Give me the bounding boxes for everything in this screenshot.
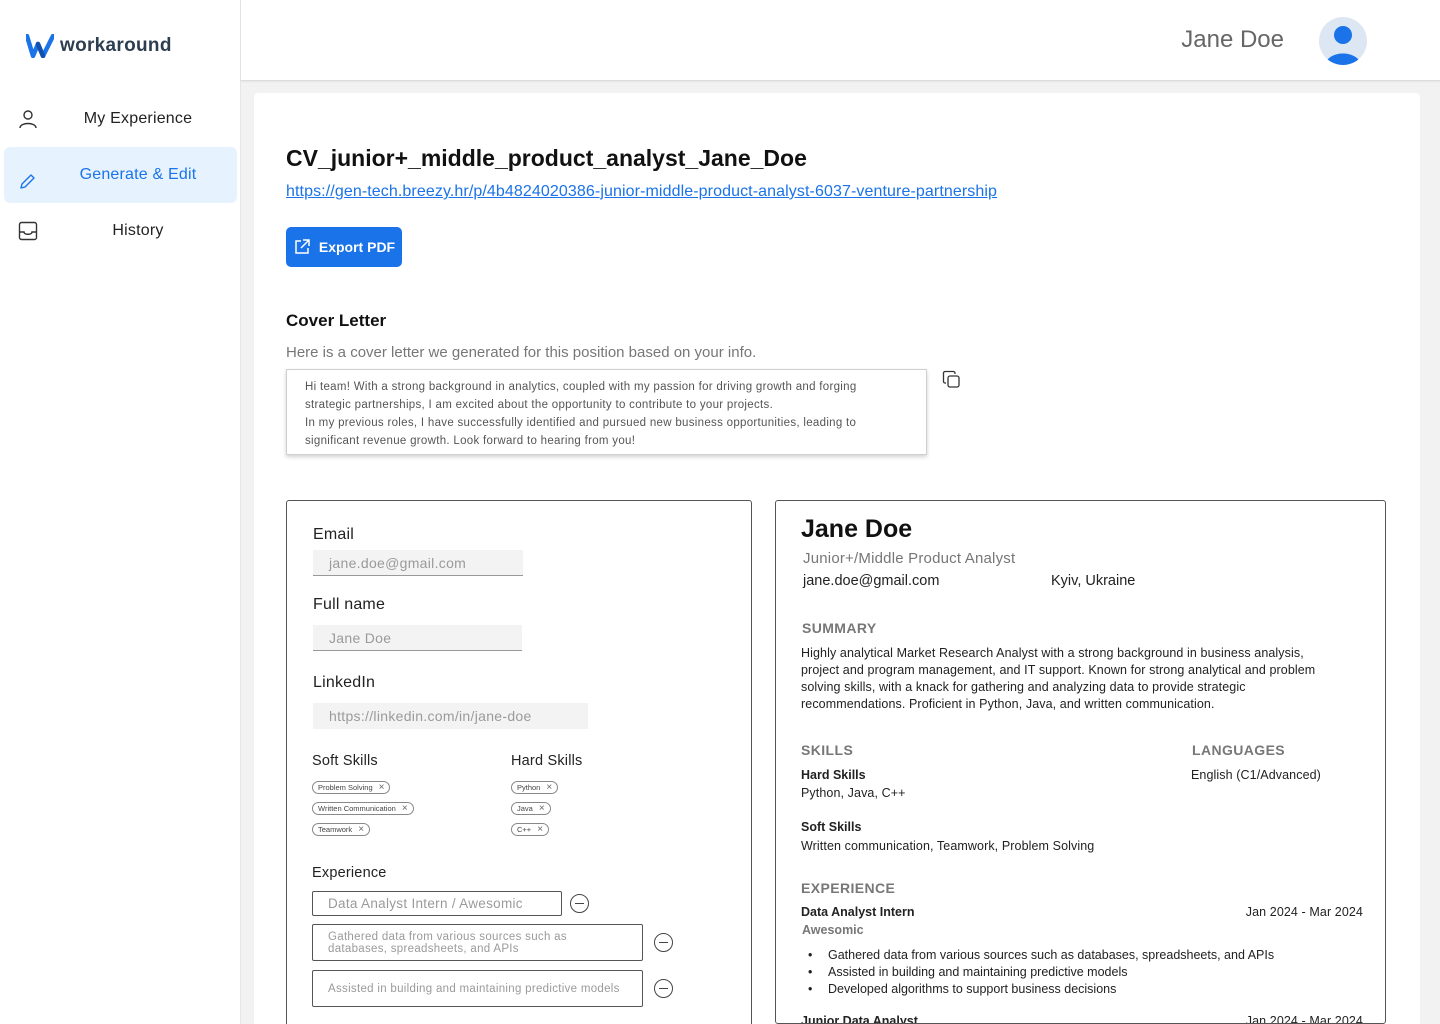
cv-hard-skills-title: Hard Skills bbox=[801, 768, 866, 782]
cover-letter-textarea[interactable]: Hi team! With a strong background in ana… bbox=[286, 369, 927, 455]
cover-letter-line: strategic partnerships, I am excited abo… bbox=[305, 399, 774, 411]
sidebar-item-label: My Experience bbox=[83, 110, 193, 127]
sidebar-item-label: Generate & Edit bbox=[79, 166, 197, 183]
cv-job-bullet: Gathered data from various sources such … bbox=[803, 947, 1274, 964]
cv-skills-heading: SKILLS bbox=[801, 742, 854, 758]
skill-chip: C++ × bbox=[511, 823, 550, 836]
skill-chip: Python × bbox=[511, 781, 559, 794]
linkedin-label: LinkedIn bbox=[313, 674, 376, 691]
cv-summary-line: recommendations. Proficient in Python, J… bbox=[801, 697, 1215, 711]
remove-chip-icon[interactable]: × bbox=[402, 803, 408, 814]
cv-experience-heading: EXPERIENCE bbox=[801, 880, 896, 896]
cv-soft-skills-value: Written communication, Teamwork, Problem… bbox=[801, 839, 1095, 853]
experience-label: Experience bbox=[312, 865, 387, 881]
hard-skills-label: Hard Skills bbox=[511, 753, 583, 769]
sidebar-item-history[interactable]: History bbox=[4, 203, 237, 259]
cover-letter-line: In my previous roles, I have successfull… bbox=[305, 417, 857, 429]
sidebar-item-generate-edit[interactable]: Generate & Edit bbox=[4, 147, 237, 203]
cv-location: Kyiv, Ukraine bbox=[1051, 573, 1136, 589]
skill-chip-label: C++ bbox=[517, 825, 532, 834]
remove-chip-icon[interactable]: × bbox=[539, 803, 545, 814]
skill-chip-label: Python bbox=[517, 783, 541, 792]
skill-chip: Java × bbox=[511, 802, 551, 815]
cv-job-title: Data Analyst Intern bbox=[801, 905, 915, 919]
cv-summary-heading: SUMMARY bbox=[802, 620, 877, 636]
sidebar: workaround My Experience Generate & Edit… bbox=[0, 0, 241, 1024]
avatar[interactable] bbox=[1319, 17, 1367, 65]
inbox-icon bbox=[18, 221, 38, 241]
skill-chip-label: Written Communication bbox=[318, 804, 396, 813]
pencil-icon bbox=[20, 174, 35, 189]
fullname-label: Full name bbox=[313, 596, 386, 613]
cv-hard-skills-value: Python, Java, C++ bbox=[801, 786, 906, 800]
experience-bullet-field[interactable]: Gathered data from various sources such … bbox=[312, 924, 643, 961]
profile-form-panel: Email jane.doe@gmail.com Full name Jane … bbox=[286, 500, 752, 1024]
cv-summary-line: project and program management, and IT s… bbox=[801, 663, 1316, 677]
cv-name: Jane Doe bbox=[801, 515, 913, 543]
cv-languages-heading: LANGUAGES bbox=[1192, 742, 1286, 758]
external-link-icon bbox=[295, 239, 310, 254]
email-field[interactable]: jane.doe@gmail.com bbox=[313, 550, 523, 576]
sidebar-item-my-experience[interactable]: My Experience bbox=[4, 91, 237, 147]
sidebar-item-label: History bbox=[112, 222, 164, 239]
cv-summary-text: Highly analytical Market Research Analys… bbox=[801, 645, 1315, 713]
cv-summary-line: solving skills, with a knack for gatheri… bbox=[801, 680, 1246, 694]
cv-job-bullet: Assisted in building and maintaining pre… bbox=[803, 964, 1274, 981]
skill-chip-label: Java bbox=[517, 804, 533, 813]
cv-preview-panel: Jane Doe Junior+/Middle Product Analyst … bbox=[775, 500, 1386, 1024]
remove-bullet-button[interactable] bbox=[654, 979, 673, 998]
cv-languages-value: English (C1/Advanced) bbox=[1191, 768, 1321, 782]
cv-job-title: Junior Data Analyst bbox=[801, 1014, 918, 1024]
main-content: CV_junior+_middle_product_analyst_Jane_D… bbox=[254, 93, 1420, 1024]
skill-chip-label: Teamwork bbox=[318, 825, 353, 834]
remove-bullet-button[interactable] bbox=[654, 933, 673, 952]
cover-letter-heading: Cover Letter bbox=[286, 311, 387, 330]
cover-letter-line: significant revenue growth. Look forward… bbox=[305, 435, 636, 447]
cover-letter-subtitle: Here is a cover letter we generated for … bbox=[286, 344, 757, 361]
remove-chip-icon[interactable]: × bbox=[546, 782, 552, 793]
linkedin-field[interactable]: https://linkedin.com/in/jane-doe bbox=[313, 703, 588, 729]
skill-chip: Problem Solving × bbox=[312, 781, 391, 794]
page-title: CV_junior+_middle_product_analyst_Jane_D… bbox=[286, 145, 807, 171]
fullname-field[interactable]: Jane Doe bbox=[313, 625, 522, 651]
cv-job-bullets: Gathered data from various sources such … bbox=[803, 947, 1274, 998]
soft-skills-label: Soft Skills bbox=[312, 753, 378, 769]
skill-chip-label: Problem Solving bbox=[318, 783, 373, 792]
remove-chip-icon[interactable]: × bbox=[379, 782, 385, 793]
cv-job-bullet: Developed algorithms to support business… bbox=[803, 981, 1274, 998]
skill-chip: Teamwork × bbox=[312, 823, 371, 836]
workaround-logo-icon bbox=[26, 34, 54, 58]
remove-chip-icon[interactable]: × bbox=[358, 824, 364, 835]
top-header: Jane Doe bbox=[241, 0, 1440, 81]
remove-chip-icon[interactable]: × bbox=[537, 824, 543, 835]
header-user-name[interactable]: Jane Doe bbox=[1181, 26, 1284, 54]
brand-logo[interactable]: workaround bbox=[26, 34, 172, 58]
job-posting-link[interactable]: https://gen-tech.breezy.hr/p/4b482402038… bbox=[286, 183, 997, 201]
cv-email: jane.doe@gmail.com bbox=[803, 573, 940, 589]
cv-job-dates: Jan 2024 - Mar 2024 bbox=[1245, 1014, 1363, 1024]
export-pdf-button[interactable]: Export PDF bbox=[286, 227, 402, 267]
skill-chip: Written Communication × bbox=[312, 802, 414, 815]
email-label: Email bbox=[313, 526, 355, 543]
experience-title-field[interactable]: Data Analyst Intern / Awesomic bbox=[312, 891, 562, 916]
avatar-user-icon bbox=[1325, 26, 1361, 65]
brand-name: workaround bbox=[60, 35, 172, 56]
user-icon bbox=[19, 110, 37, 129]
cv-job-company: Awesomic bbox=[802, 923, 864, 937]
cv-role: Junior+/Middle Product Analyst bbox=[803, 550, 1016, 567]
cover-letter-line: Hi team! With a strong background in ana… bbox=[305, 381, 857, 393]
export-pdf-label: Export PDF bbox=[318, 239, 396, 255]
cv-summary-line: Highly analytical Market Research Analys… bbox=[801, 646, 1304, 660]
copy-icon[interactable] bbox=[941, 369, 963, 391]
cv-soft-skills-title: Soft Skills bbox=[801, 820, 862, 834]
cv-job-dates: Jan 2024 - Mar 2024 bbox=[1245, 905, 1363, 919]
experience-bullet-field[interactable]: Assisted in building and maintaining pre… bbox=[312, 970, 643, 1007]
remove-experience-button[interactable] bbox=[570, 894, 589, 913]
